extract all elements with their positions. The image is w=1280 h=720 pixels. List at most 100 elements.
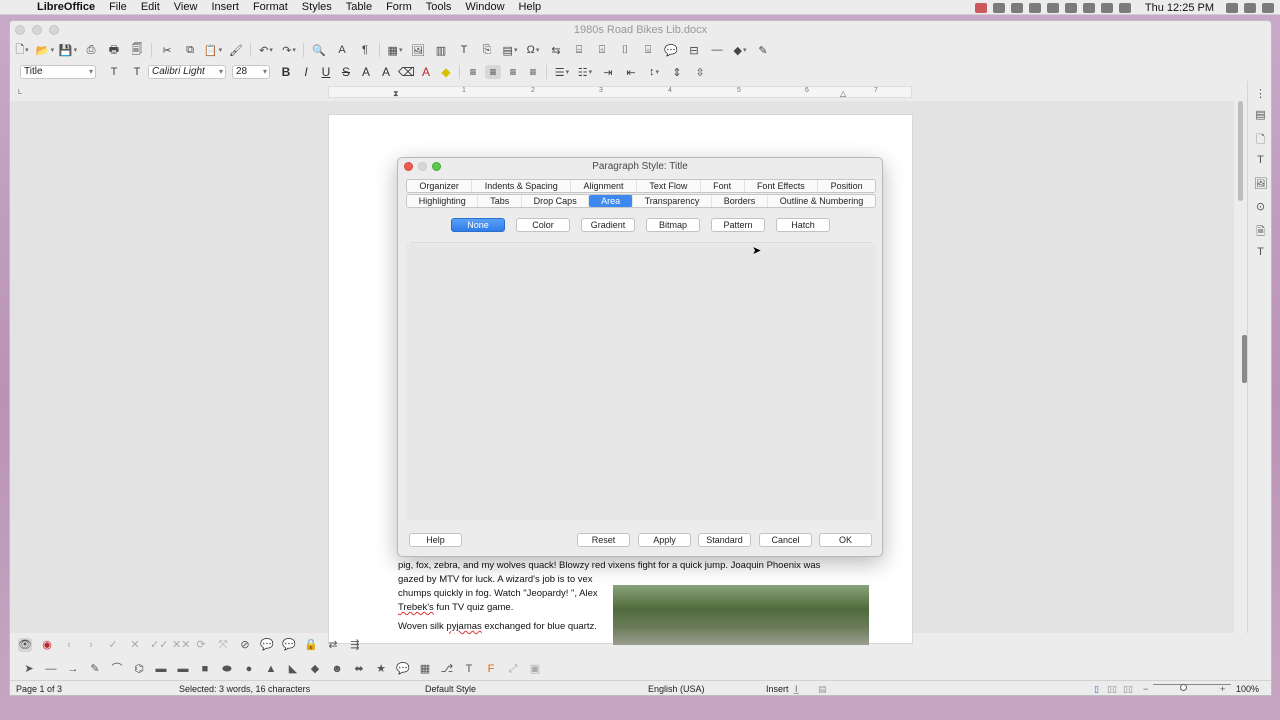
rectangle-icon[interactable]: ▬ [154, 662, 168, 676]
justify-button[interactable]: ≡ [525, 65, 541, 79]
update-style-icon[interactable]: T [106, 64, 122, 80]
fill-pattern-button[interactable]: Pattern [711, 218, 765, 232]
highlight-color-button[interactable]: ◆ [438, 65, 454, 79]
previous-change-icon[interactable]: ‹ [62, 638, 76, 652]
decrease-indent-icon[interactable]: ⇤ [623, 64, 639, 80]
drive-icon[interactable] [1064, 2, 1077, 13]
accept-change-icon[interactable]: ✓ [106, 638, 120, 652]
fill-bitmap-button[interactable]: Bitmap [646, 218, 700, 232]
clone-formatting-icon[interactable]: 🖌 [228, 42, 244, 58]
tab-outline-numbering[interactable]: Outline & Numbering [768, 195, 875, 207]
insert-mode[interactable]: Insert [766, 684, 789, 694]
paste-icon[interactable]: 📋 [204, 42, 221, 58]
fill-none-button[interactable]: None [451, 218, 505, 232]
record-icon[interactable] [974, 2, 987, 13]
wifi-icon[interactable] [1082, 2, 1095, 13]
menu-styles[interactable]: Styles [302, 1, 332, 13]
right-indent-marker-icon[interactable]: △ [840, 89, 846, 98]
menu-insert[interactable]: Insert [211, 1, 239, 13]
basic-shapes-icon[interactable]: ◆ [308, 662, 322, 676]
tab-transparency[interactable]: Transparency [633, 195, 713, 207]
cancel-button[interactable]: Cancel [759, 533, 812, 547]
reset-button[interactable]: Reset [577, 533, 630, 547]
print-preview-icon[interactable]: 🗐 [129, 42, 145, 58]
flowchart-icon[interactable]: ▦ [418, 662, 432, 676]
help-button[interactable]: Help [409, 533, 462, 547]
menu-view[interactable]: View [174, 1, 198, 13]
right-triangle-icon[interactable]: ◣ [286, 662, 300, 676]
next-change-icon[interactable]: › [84, 638, 98, 652]
navigator-icon[interactable]: ⊙ [1254, 200, 1268, 214]
select-icon[interactable]: ➤ [22, 662, 36, 676]
manage-track-changes-icon[interactable]: ⟳ [194, 638, 208, 652]
tab-position[interactable]: Position [818, 180, 875, 192]
show-draw-functions-icon[interactable]: ✎ [755, 42, 771, 58]
clear-formatting-button[interactable]: ⌫ [398, 65, 415, 79]
compare-icon[interactable]: ⤧ [216, 638, 230, 652]
fontwork-icon[interactable]: F [484, 662, 498, 676]
properties-icon[interactable]: ▤ [1254, 108, 1268, 122]
reject-all-icon[interactable]: ✕✕ [172, 638, 190, 652]
tab-borders[interactable]: Borders [712, 195, 769, 207]
triangle-icon[interactable]: ▲ [264, 662, 278, 676]
accept-reject-icon[interactable]: ⊘ [238, 638, 252, 652]
line-spacing-icon[interactable]: ↕ [646, 64, 662, 80]
standard-button[interactable]: Standard [698, 533, 751, 547]
redo-icon[interactable]: ↷ [281, 42, 297, 58]
find-replace-icon[interactable]: 🔍 [311, 42, 327, 58]
points-icon[interactable]: ⤢ [506, 662, 520, 676]
menu-format[interactable]: Format [253, 1, 288, 13]
show-changes-icon[interactable]: 👁 [18, 638, 32, 652]
insert-comment-icon[interactable]: 💬 [663, 42, 679, 58]
menu-help[interactable]: Help [519, 1, 542, 13]
tab-text-flow[interactable]: Text Flow [637, 180, 701, 192]
polygon-icon[interactable]: ⌬ [132, 662, 146, 676]
dialog-close-button[interactable] [404, 162, 413, 171]
scrollbar-thumb[interactable] [1238, 101, 1243, 201]
tab-highlighting[interactable]: Highlighting [407, 195, 479, 207]
callouts-icon[interactable]: 💬 [396, 662, 410, 676]
underline-button[interactable]: U [318, 65, 334, 79]
save-icon[interactable]: 💾 [59, 42, 76, 58]
undo-icon[interactable]: ↶ [258, 42, 274, 58]
page-style[interactable]: Default Style [425, 684, 476, 694]
insert-cross-reference-icon[interactable]: ⌺ [640, 42, 656, 58]
insert-field-icon[interactable]: ▤ [502, 42, 518, 58]
styles-icon[interactable]: T [1254, 154, 1268, 168]
basic-shapes-icon[interactable]: ◆ [732, 42, 748, 58]
evernote-icon[interactable] [1046, 2, 1059, 13]
spelling-icon[interactable]: A [334, 42, 350, 58]
language[interactable]: English (USA) [648, 684, 705, 694]
insert-textbox-icon[interactable]: T [462, 662, 476, 676]
square-icon[interactable]: ■ [198, 662, 212, 676]
freeform-line-icon[interactable]: ✎ [88, 662, 102, 676]
italic-button[interactable]: I [298, 65, 314, 79]
unordered-list-icon[interactable]: ☰ [554, 64, 570, 80]
zoom-slider-knob[interactable] [1180, 684, 1187, 691]
menu-tools[interactable]: Tools [426, 1, 452, 13]
insert-footnote-icon[interactable]: ⌸ [571, 42, 587, 58]
style-inspector-icon[interactable]: T [1254, 246, 1268, 260]
subscript-button[interactable]: A [378, 65, 394, 79]
font-name-box[interactable]: Calibri Light [148, 65, 226, 79]
eject-icon[interactable] [1118, 2, 1131, 13]
reject-change-icon[interactable]: ✕ [128, 638, 142, 652]
search-icon[interactable] [1244, 2, 1256, 13]
tab-font-effects[interactable]: Font Effects [745, 180, 819, 192]
close-window-button[interactable] [15, 25, 25, 35]
cut-icon[interactable]: ✂ [159, 42, 175, 58]
curve-icon[interactable]: ⌒ [110, 662, 124, 676]
manage-changes-icon[interactable]: 🗎 [1254, 223, 1268, 238]
zoom-window-button[interactable] [49, 25, 59, 35]
tab-stop-corner-icon[interactable]: └ [16, 89, 22, 98]
zoom-out-icon[interactable]: − [1143, 684, 1148, 694]
ok-button[interactable]: OK [819, 533, 872, 547]
insert-comment-icon[interactable]: 💬 [260, 638, 274, 652]
dialog-zoom-button[interactable] [432, 162, 441, 171]
tab-alignment[interactable]: Alignment [571, 180, 637, 192]
stars-icon[interactable]: ★ [374, 662, 388, 676]
paragraph-style-box[interactable]: Title [20, 65, 96, 79]
print-icon[interactable]: 🖶 [106, 42, 122, 58]
menu-file[interactable]: File [109, 1, 127, 13]
fill-color-button[interactable]: Color [516, 218, 570, 232]
